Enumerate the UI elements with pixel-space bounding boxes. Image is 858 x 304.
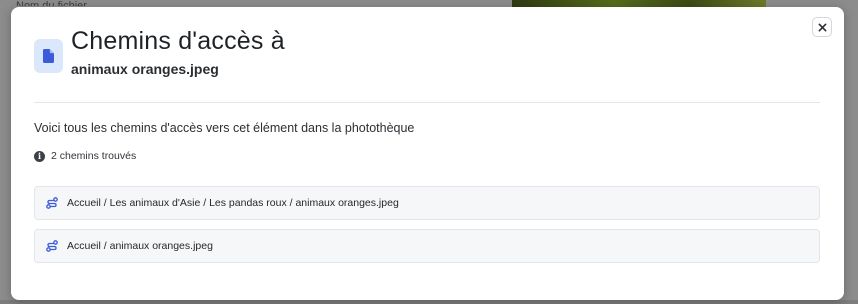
modal-title: Chemins d'accès à	[71, 27, 285, 55]
path-text: Accueil / animaux oranges.jpeg	[67, 240, 213, 252]
file-badge	[34, 39, 63, 73]
paths-count-text: 2 chemins trouvés	[51, 150, 137, 162]
background-field-label: Nom du fichier	[16, 0, 87, 6]
paths-count: i 2 chemins trouvés	[34, 150, 136, 162]
path-item[interactable]: Accueil / Les animaux d'Asie / Les panda…	[34, 186, 820, 220]
background-footer	[0, 300, 858, 304]
paths-list: Accueil / Les animaux d'Asie / Les panda…	[34, 186, 820, 263]
modal-description: Voici tous les chemins d'accès vers cet …	[34, 121, 415, 135]
route-icon	[46, 240, 58, 252]
header-divider	[34, 102, 820, 103]
route-icon	[46, 197, 58, 209]
file-name: animaux oranges.jpeg	[71, 61, 219, 77]
info-icon: i	[34, 150, 45, 162]
close-icon	[818, 23, 826, 31]
close-button[interactable]	[812, 17, 832, 37]
paths-modal: Chemins d'accès à animaux oranges.jpeg V…	[11, 7, 844, 300]
path-text: Accueil / Les animaux d'Asie / Les panda…	[67, 197, 399, 209]
path-item[interactable]: Accueil / animaux oranges.jpeg	[34, 229, 820, 263]
file-icon	[43, 49, 54, 63]
